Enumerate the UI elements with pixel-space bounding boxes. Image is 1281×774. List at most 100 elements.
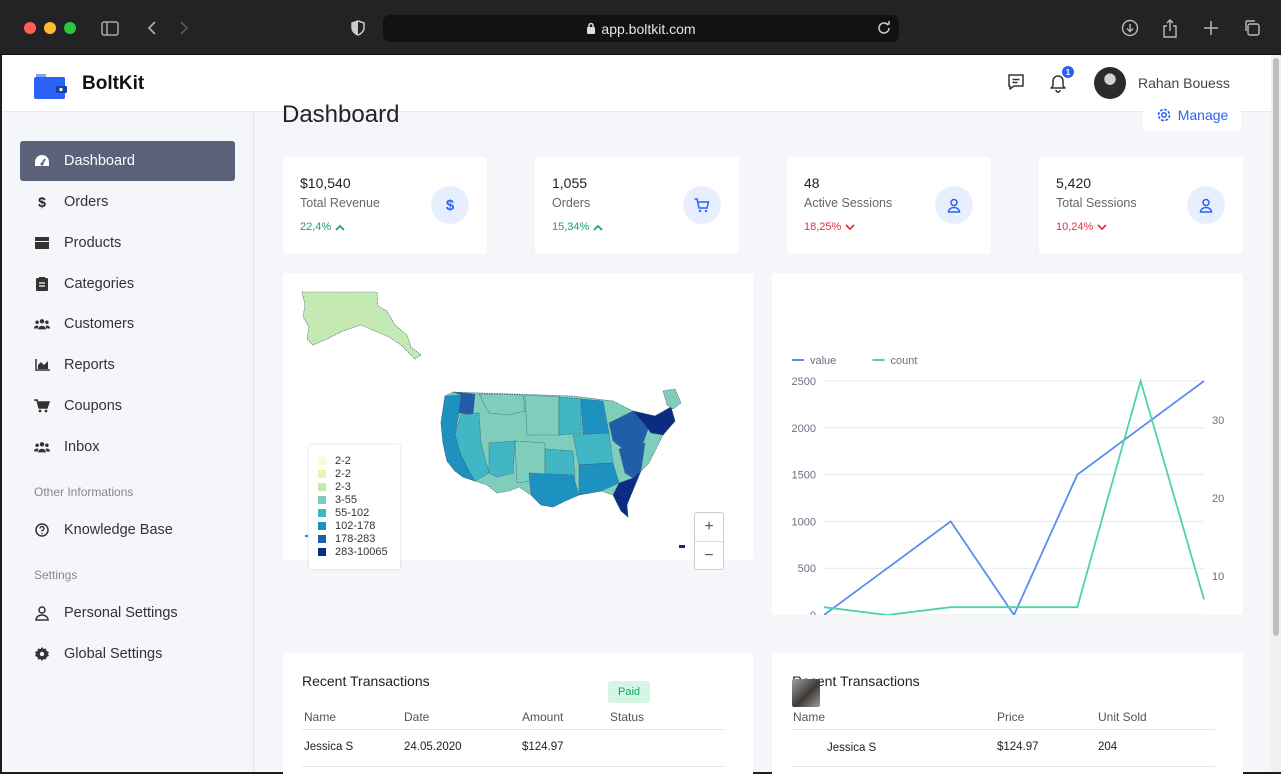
sidebar-item-reports[interactable]: Reports [20,345,235,385]
table-divider [302,766,725,767]
user-icon [935,186,973,224]
cart-icon [683,186,721,224]
line-chart[interactable]: 05001000150020002500102030JanFebMarAprMa… [772,273,1243,636]
scrollbar-thumb[interactable] [1273,58,1279,636]
back-icon[interactable] [141,17,163,39]
stat-value: $10,540 [300,175,351,191]
sidebar-item-products[interactable]: Products [20,223,235,263]
stat-card-active-sessions[interactable]: 48 Active Sessions 18,25% [787,157,991,254]
forward-icon[interactable] [173,17,195,39]
sidebar-item-orders[interactable]: $ Orders [20,182,235,222]
messages-icon[interactable] [1005,71,1027,93]
legend-row: 2-2 [318,467,400,480]
stat-change: 22,4% [300,221,345,233]
cell-name: Jessica S [304,741,354,753]
chevron-up-icon [335,224,345,231]
clipboard-icon [34,276,50,292]
dollar-icon: $ [38,194,46,210]
legend-swatch [318,508,326,517]
stat-change-text: 18,25% [804,221,842,233]
column-header-amount[interactable]: Amount [522,710,563,724]
box-icon [34,235,50,251]
y-tick-label-right: 20 [1212,493,1224,505]
stat-card-orders[interactable]: 1,055 Orders 15,34% [535,157,739,254]
maximize-window-button[interactable] [64,22,76,34]
y-tick-label-left: 2500 [792,376,816,388]
sidebar-item-categories[interactable]: Categories [20,264,235,304]
table-divider [791,766,1215,767]
legend-row: 3-55 [318,493,400,506]
column-header-unit-sold[interactable]: Unit Sold [1098,710,1147,724]
app-header: BoltKit 1 Rahan Bouess [2,55,1271,112]
user-name[interactable]: Rahan Bouess [1138,75,1230,91]
stat-change: 15,34% [552,221,603,233]
gear-icon [34,646,50,662]
close-window-button[interactable] [24,22,36,34]
legend-swatch [318,482,326,491]
series-line-value [823,380,1205,617]
legend-swatch [318,469,326,478]
user-avatar[interactable] [1094,67,1126,99]
logo-icon[interactable] [34,71,67,99]
column-header-date[interactable]: Date [404,710,429,724]
column-header-name[interactable]: Name [793,710,825,724]
sidebar-item-global-settings[interactable]: Global Settings [20,634,235,674]
product-thumbnail [792,679,820,707]
legend-label: 55-102 [335,506,370,519]
sidebar-item-label: Dashboard [64,153,135,169]
privacy-shield-icon[interactable] [347,17,369,39]
sidebar-item-inbox[interactable]: Inbox [20,427,235,467]
reload-icon[interactable] [877,20,891,37]
column-header-name[interactable]: Name [304,710,336,724]
section-other-informations: Other Informations [34,485,134,499]
users-icon [34,439,50,455]
share-icon[interactable] [1159,17,1181,39]
sidebar-item-customers[interactable]: Customers [20,304,235,344]
stat-card-total-revenue[interactable]: $10,540 Total Revenue 22,4% $ [283,157,487,254]
legend-swatch [318,547,326,556]
user-icon [1187,186,1225,224]
legend-swatch [318,456,326,465]
download-icon[interactable] [1119,17,1141,39]
tab-overview-icon[interactable] [1241,17,1263,39]
manage-label: Manage [1177,106,1229,123]
sidebar-item-label: Customers [64,316,135,332]
stat-label: Total Sessions [1056,196,1137,210]
lock-icon [586,21,596,37]
chevron-up-icon [593,224,603,231]
column-header-price[interactable]: Price [997,710,1024,724]
page-title: Dashboard [282,101,400,128]
cell-unit-sold: 204 [1098,741,1118,753]
legend-row: 178-283 [318,532,400,545]
stat-value: 1,055 [552,175,588,191]
sidebar-item-dashboard[interactable]: Dashboard [20,141,235,181]
zoom-out-button[interactable]: − [695,542,723,570]
notification-badge: 1 [1062,66,1074,78]
minimize-window-button[interactable] [44,22,56,34]
y-tick-label-left: 1000 [792,516,816,528]
chevron-down-icon [1097,223,1107,230]
legend-row: 55-102 [318,506,400,519]
sidebar-item-coupons[interactable]: Coupons [20,386,235,426]
legend-swatch [318,534,326,543]
legend-label-count: count [891,355,918,367]
legend-label: 2-2 [335,454,351,467]
column-header-status[interactable]: Status [610,710,644,724]
sidebar-toggle-icon[interactable] [99,17,121,39]
zoom-in-button[interactable]: + [695,513,723,541]
legend-row: 102-178 [318,519,400,532]
cart-icon [34,398,50,414]
sidebar-item-personal-settings[interactable]: Personal Settings [20,593,235,633]
new-tab-icon[interactable] [1200,17,1222,39]
brand-name[interactable]: BoltKit [82,73,144,95]
sidebar-item-knowledge-base[interactable]: Knowledge Base [20,510,235,550]
legend-row: 2-2 [318,454,400,467]
transactions-panel [283,653,753,774]
sidebar-item-label: Knowledge Base [64,522,173,538]
legend-row: 283-10065 [318,545,400,558]
legend-label: 178-283 [335,532,376,545]
address-bar[interactable]: app.boltkit.com [383,15,899,42]
stat-card-total-sessions[interactable]: 5,420 Total Sessions 10,24% [1039,157,1243,254]
dollar-icon: $ [431,186,469,224]
manage-button[interactable]: Manage [1143,98,1241,131]
